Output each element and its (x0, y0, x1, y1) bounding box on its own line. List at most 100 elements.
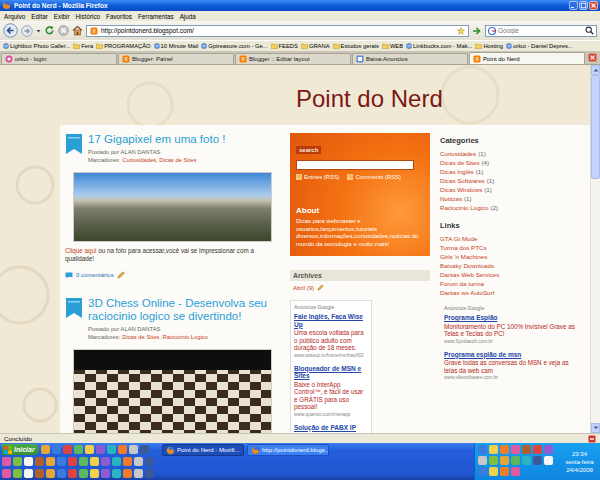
bookmark-label[interactable]: Linkbucks.com - Mak... (413, 43, 472, 49)
back-icon[interactable] (3, 23, 18, 38)
category-name[interactable]: Dicas de Sites (440, 159, 480, 166)
tray-app-icon[interactable] (522, 445, 531, 454)
browser-tab[interactable]: Point do Nerd (469, 52, 585, 64)
launch-app-icon[interactable] (35, 469, 44, 478)
bookmark[interactable]: 10 Minute Mail (154, 43, 199, 49)
go-arrow-icon[interactable] (472, 26, 482, 36)
tray-app-icon[interactable] (500, 456, 509, 465)
category-name[interactable]: Dicas Softwares (440, 177, 485, 184)
reload-icon[interactable] (44, 25, 55, 36)
tab-label[interactable]: Baixa-Anuncios (366, 56, 408, 62)
feed-link[interactable]: Entries (RSS) (296, 174, 339, 180)
feed-link[interactable]: Comments (RSS) (347, 174, 400, 180)
launch-app-icon[interactable] (112, 457, 121, 466)
launch-app-icon[interactable] (112, 469, 121, 478)
launch-app-icon[interactable] (134, 457, 143, 466)
launch-app-icon[interactable] (90, 469, 99, 478)
ad-title[interactable]: Bloqueador de MSN e Sites (294, 365, 368, 380)
bookmark[interactable]: Estudos gerais (333, 43, 379, 49)
post-image[interactable] (73, 349, 272, 433)
launch-app-icon[interactable] (85, 445, 94, 454)
category-item[interactable]: Curiosidades(1) (440, 149, 585, 158)
tab-label[interactable]: Blogger :: Editar layout (249, 56, 310, 62)
labels-links[interactable]: Curiosidades, Dicas de Sites (122, 157, 196, 163)
post-comments[interactable]: 0 comentários (65, 271, 280, 279)
tab-label[interactable]: orkut - login (15, 56, 46, 62)
category-item[interactable]: Dicas Inglês(1) (440, 167, 585, 176)
launch-app-icon[interactable] (140, 445, 149, 454)
address-bar[interactable]: http://pointdonerd.blogspot.com/ (86, 25, 469, 37)
launch-app-icon[interactable] (57, 469, 66, 478)
category-name[interactable]: Noticias (440, 195, 462, 202)
launch-app-icon[interactable] (90, 457, 99, 466)
tab-close-icon[interactable] (588, 53, 597, 62)
browser-tab[interactable]: Blogger: Painel (118, 53, 234, 64)
launch-app-icon[interactable] (74, 445, 83, 454)
post-title[interactable]: 3D Chess Online - Desenvolva seu racioci… (88, 297, 280, 323)
tray-app-icon[interactable] (478, 467, 487, 476)
category-name[interactable]: Raciocinio Logico (440, 204, 489, 211)
launch-app-icon[interactable] (118, 445, 127, 454)
category-name[interactable]: Dicas Windows (440, 186, 482, 193)
tray-app-icon[interactable] (478, 445, 487, 454)
tray-app-icon[interactable] (533, 445, 542, 454)
search-field[interactable] (485, 25, 597, 37)
launch-app-icon[interactable] (46, 457, 55, 466)
edit-pencil-icon[interactable] (317, 284, 324, 291)
menu-item[interactable]: Favoritos (106, 13, 132, 20)
category-item[interactable]: Noticias(1) (440, 194, 585, 203)
address-text[interactable]: http://pointdonerd.blogspot.com/ (101, 27, 194, 34)
scroll-up-button[interactable] (591, 65, 600, 75)
launch-app-icon[interactable] (35, 457, 44, 466)
launch-app-icon[interactable] (2, 457, 11, 466)
bookmark[interactable]: FEEDS (271, 43, 298, 49)
launch-app-icon[interactable] (79, 457, 88, 466)
tray-app-icon[interactable] (500, 445, 509, 454)
comment-icon[interactable] (65, 272, 73, 279)
post-image[interactable] (73, 172, 272, 242)
magnifier-icon[interactable] (585, 26, 594, 35)
launch-app-icon[interactable] (79, 469, 88, 478)
bookmark[interactable]: PROGRAMAÇÃO (96, 43, 150, 49)
task-button[interactable]: Point do Nerd - Mozill... (162, 444, 244, 456)
launch-app-icon[interactable] (145, 469, 154, 478)
ad-item[interactable]: Bloqueador de MSN e SitesBaixe o InterAp… (294, 365, 368, 418)
tray-app-icon[interactable] (489, 467, 498, 476)
tab-label[interactable]: Blogger: Painel (132, 56, 173, 62)
bookmark-label[interactable]: Estudos gerais (341, 43, 379, 49)
tray-app-icon[interactable] (533, 456, 542, 465)
launch-app-icon[interactable] (52, 445, 61, 454)
launch-app-icon[interactable] (134, 469, 143, 478)
bookmark-label[interactable]: WEB (390, 43, 403, 49)
bookmark-label[interactable]: GRANA (309, 43, 330, 49)
bookmark[interactable]: Hosting (475, 43, 503, 49)
launch-app-icon[interactable] (123, 457, 132, 466)
start-label[interactable]: Iniciar (14, 446, 35, 453)
link-item[interactable]: Girls 'n Machines (440, 252, 585, 261)
launch-app-icon[interactable] (107, 445, 116, 454)
category-name[interactable]: Curiosidades (440, 150, 476, 157)
bookmark-label[interactable]: Gptreasure.com - Ge... (208, 43, 267, 49)
forward-icon[interactable] (21, 25, 33, 37)
bookmark-star-icon[interactable] (457, 27, 465, 35)
ad-item[interactable]: Programa espião de msnGrave todas as con… (444, 351, 581, 382)
stop-icon[interactable] (58, 25, 69, 36)
start-button[interactable]: Iniciar (2, 444, 39, 455)
launch-app-icon[interactable] (24, 469, 33, 478)
tray-app-icon[interactable] (489, 456, 498, 465)
scroll-track[interactable] (591, 75, 600, 423)
tab-label[interactable]: Point do Nerd (483, 56, 520, 62)
link-item[interactable]: Turma dos PTCs (440, 243, 585, 252)
task-label[interactable]: http://pointdonerd.blogs... (262, 447, 329, 453)
category-item[interactable]: Dicas Windows(1) (440, 185, 585, 194)
ad-item[interactable]: Programa EspiãoMonitoramento do PC 100% … (444, 314, 581, 345)
launch-app-icon[interactable] (13, 457, 22, 466)
launch-app-icon[interactable] (41, 445, 50, 454)
launch-app-icon[interactable] (63, 445, 72, 454)
archive-item[interactable]: Abril (9) (290, 281, 430, 294)
launch-app-icon[interactable] (129, 445, 138, 454)
launch-app-icon[interactable] (68, 469, 77, 478)
bookmark-label[interactable]: Fera (81, 43, 93, 49)
minimize-icon[interactable] (569, 1, 578, 10)
launch-app-icon[interactable] (57, 457, 66, 466)
